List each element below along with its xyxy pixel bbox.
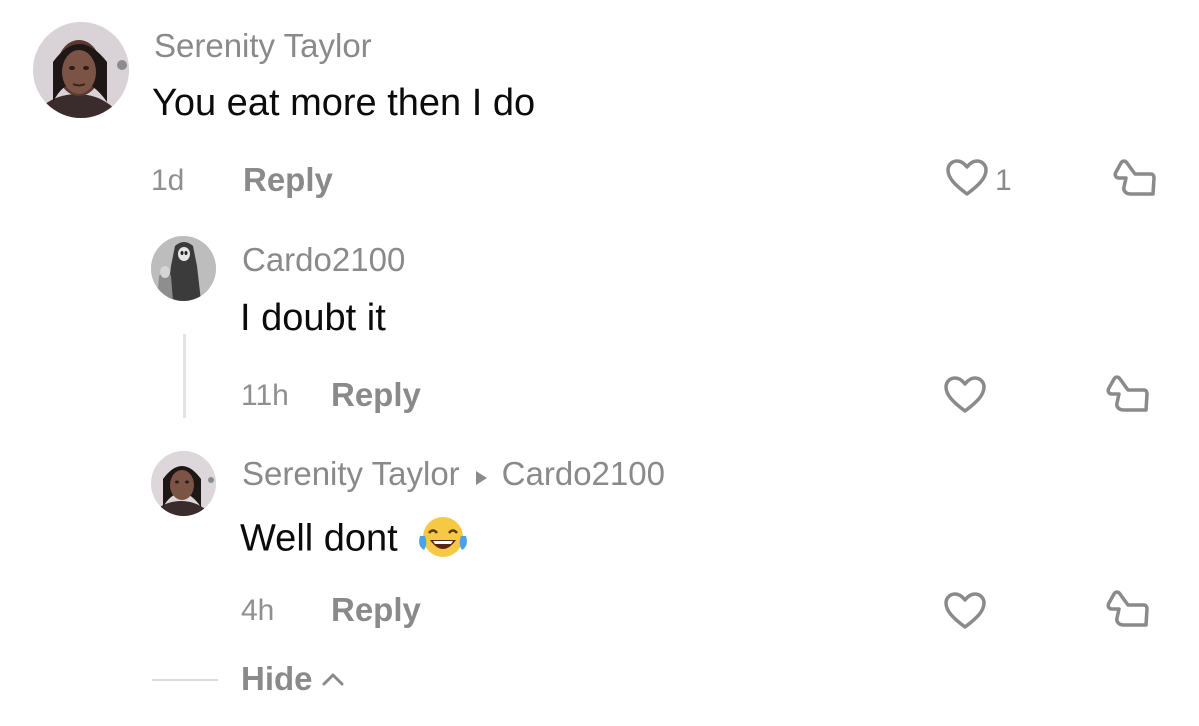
- comment-timestamp: 4h: [241, 594, 275, 627]
- comment-text-body: Well dont: [240, 517, 398, 560]
- dislike-button[interactable]: [1104, 589, 1150, 636]
- dislike-icon: [1104, 374, 1150, 421]
- comment-text: I doubt it: [240, 297, 386, 339]
- heart-outline-icon: [943, 375, 987, 420]
- hide-replies-button[interactable]: Hide: [241, 662, 345, 695]
- like-button[interactable]: 1: [945, 158, 1012, 203]
- laughing-emoji: [416, 514, 470, 567]
- dislike-icon: [1111, 158, 1157, 205]
- reply-button[interactable]: Reply: [243, 163, 333, 196]
- dislike-button[interactable]: [1111, 158, 1157, 205]
- avatar-serenity-taylor[interactable]: [33, 22, 129, 118]
- comment-timestamp: 1d: [151, 164, 185, 197]
- comment-author[interactable]: Cardo2100: [242, 243, 405, 276]
- comment-author[interactable]: Serenity Taylor: [242, 455, 460, 492]
- heart-outline-icon: [943, 591, 987, 636]
- comment-text: You eat more then I do: [152, 82, 536, 124]
- triangle-right-icon: [474, 458, 488, 491]
- like-count: 1: [995, 163, 1012, 197]
- chevron-up-icon: [321, 671, 345, 687]
- dislike-icon: [1104, 589, 1150, 636]
- dislike-button[interactable]: [1104, 374, 1150, 421]
- hide-divider: [152, 679, 218, 681]
- like-button[interactable]: [943, 591, 987, 636]
- comment-text: Well dont: [240, 514, 470, 567]
- comment-timestamp: 11h: [241, 379, 289, 412]
- comment-author[interactable]: Serenity Taylor: [154, 29, 372, 62]
- avatar-cardo2100[interactable]: [151, 236, 216, 301]
- hide-label: Hide: [241, 660, 313, 697]
- avatar-serenity-taylor[interactable]: [151, 451, 216, 516]
- reply-to-user[interactable]: Cardo2100: [502, 455, 665, 492]
- reply-button[interactable]: Reply: [331, 378, 421, 411]
- like-button[interactable]: [943, 375, 987, 420]
- reply-button[interactable]: Reply: [331, 593, 421, 626]
- reply-header: Serenity Taylor Cardo2100: [242, 457, 665, 495]
- thread-line: [183, 334, 186, 418]
- heart-outline-icon: [945, 158, 989, 203]
